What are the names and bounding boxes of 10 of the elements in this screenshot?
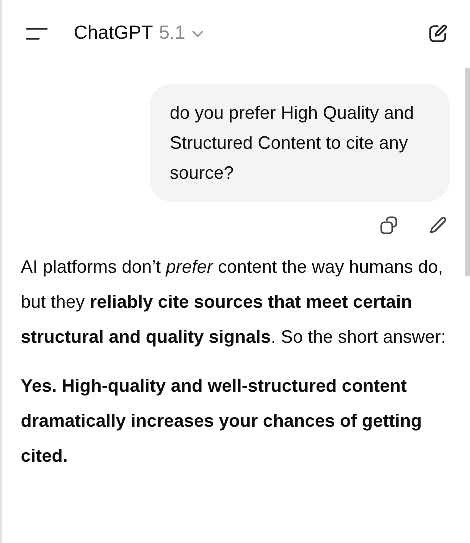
- reply-paragraph: Yes. High-quality and well-structured content dramatically increases your chances of getting cited.: [21, 375, 424, 468]
- reply-paragraph: AI platforms don’t prefer content the way humans do, but they reliably cite sources that meet certain structural and quality signals. So the short answer:: [21, 256, 448, 349]
- edit-icon[interactable]: [428, 216, 448, 236]
- caret-icon: [192, 30, 204, 38]
- copy-icon[interactable]: [380, 216, 400, 236]
- new-chat-icon[interactable]: [428, 24, 448, 44]
- menu-icon[interactable]: [26, 27, 48, 41]
- model-selector[interactable]: ChatGPT 5.1: [74, 23, 204, 45]
- scrollbar-thumb[interactable]: [465, 68, 470, 276]
- user-message: do you prefer High Quality and Structured Content to cite any source?: [150, 84, 450, 202]
